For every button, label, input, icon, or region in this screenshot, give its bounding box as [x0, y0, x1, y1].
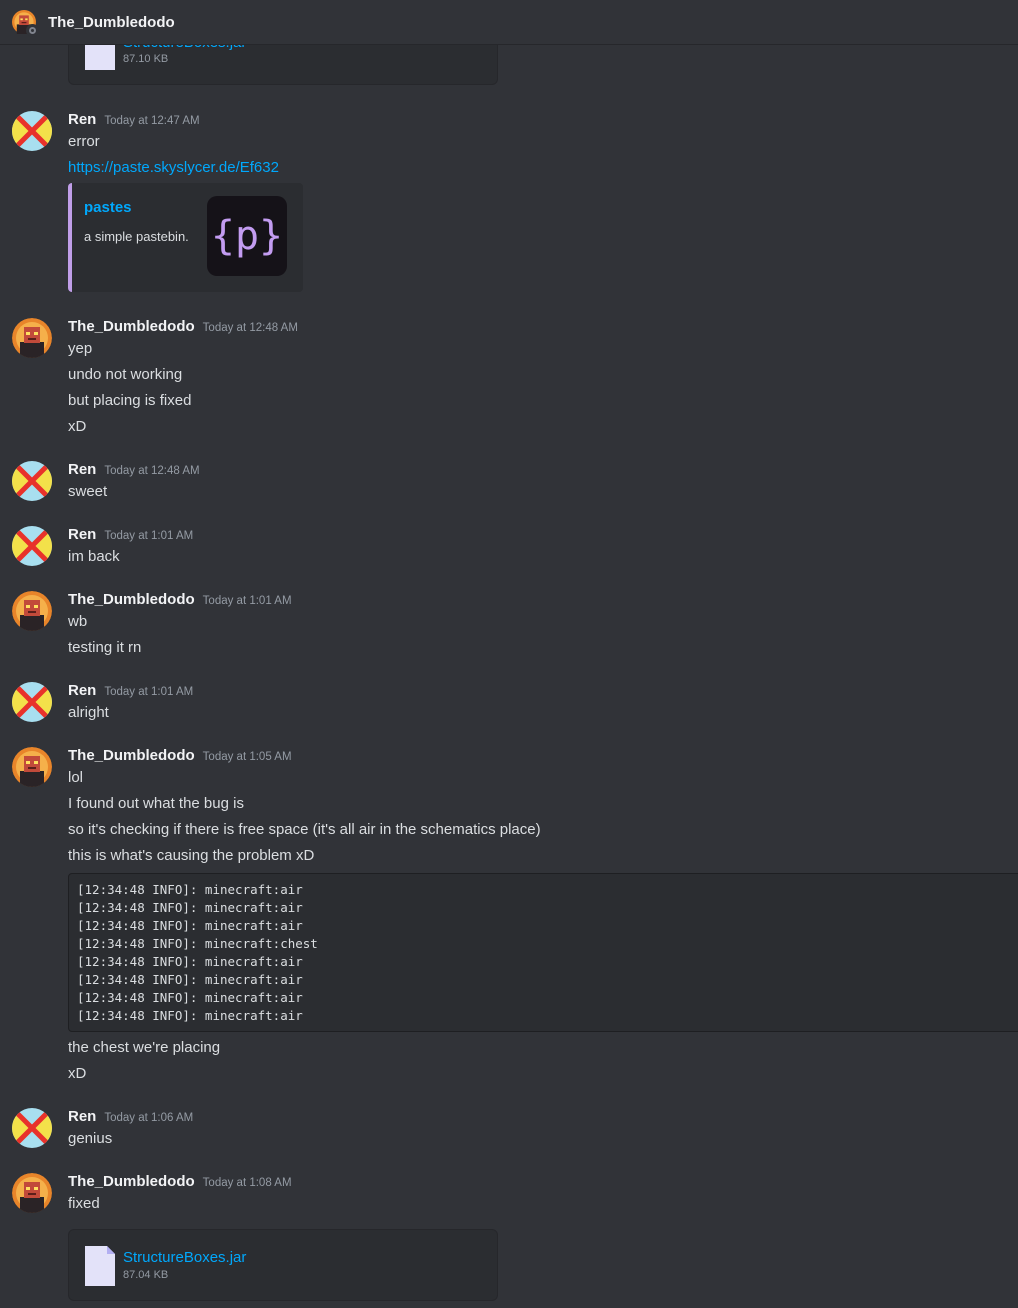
avatar[interactable]	[12, 318, 52, 358]
avatar[interactable]	[12, 591, 52, 631]
avatar[interactable]	[12, 747, 52, 787]
message-header: Ren Today at 1:06 AM	[68, 1108, 193, 1125]
username[interactable]: The_Dumbledodo	[68, 1173, 195, 1190]
message-text: testing it rn	[68, 639, 142, 656]
message-text: undo not working	[68, 366, 183, 383]
embed-thumbnail[interactable]: {p}	[207, 196, 287, 276]
ren-avatar-icon	[12, 526, 52, 566]
code-line: [12:34:48 INFO]: minecraft:air	[77, 990, 303, 1005]
avatar[interactable]	[12, 1108, 52, 1148]
avatar[interactable]	[12, 1173, 52, 1213]
timestamp: Today at 12:47 AM	[104, 115, 200, 127]
code-line: [12:34:48 INFO]: minecraft:air	[77, 1008, 303, 1023]
avatar[interactable]	[12, 682, 52, 722]
message-header: The_Dumbledodo Today at 1:08 AM	[68, 1173, 292, 1190]
file-size: 87.10 KB	[123, 53, 169, 65]
ren-avatar-icon	[12, 1108, 52, 1148]
message-text: error	[68, 133, 100, 150]
message-text: im back	[68, 548, 120, 565]
timestamp: Today at 1:06 AM	[104, 1112, 194, 1124]
message-text: wb	[68, 613, 88, 630]
code-line: [12:34:48 INFO]: minecraft:air	[77, 918, 303, 933]
username[interactable]: Ren	[68, 461, 96, 478]
timestamp: Today at 1:05 AM	[202, 751, 292, 763]
embed-title[interactable]: pastes	[84, 199, 132, 216]
username[interactable]: The_Dumbledodo	[68, 591, 195, 608]
message-text: xD	[68, 418, 87, 435]
message-header: The_Dumbledodo Today at 12:48 AM	[68, 318, 298, 335]
code-block[interactable]: [12:34:48 INFO]: minecraft:air [12:34:48…	[68, 873, 1018, 1032]
message-header: The_Dumbledodo Today at 1:01 AM	[68, 591, 292, 608]
file-name-link[interactable]: StructureBoxes.jar	[123, 1249, 246, 1266]
ren-avatar-icon	[12, 111, 52, 151]
file-icon	[85, 1246, 115, 1286]
username[interactable]: The_Dumbledodo	[68, 318, 195, 335]
code-line: [12:34:48 INFO]: minecraft:air	[77, 972, 303, 987]
message-link[interactable]: https://paste.skyslycer.de/Ef632	[68, 159, 279, 176]
message-text: sweet	[68, 483, 108, 500]
timestamp: Today at 12:48 AM	[104, 465, 200, 477]
ren-avatar-icon	[12, 682, 52, 722]
embed-description: a simple pastebin.	[84, 229, 189, 244]
message-header: Ren Today at 1:01 AM	[68, 682, 193, 699]
timestamp: Today at 1:01 AM	[104, 530, 194, 542]
message-header: The_Dumbledodo Today at 1:05 AM	[68, 747, 292, 764]
message-header: Ren Today at 1:01 AM	[68, 526, 193, 543]
ren-avatar-icon	[12, 461, 52, 501]
message-text: lol	[68, 769, 84, 786]
username[interactable]: Ren	[68, 682, 96, 699]
link-embed: pastes a simple pastebin. {p}	[68, 183, 303, 292]
message-header: Ren Today at 12:48 AM	[68, 461, 200, 478]
message-text: yep	[68, 340, 93, 357]
file-attachment[interactable]: StructureBoxes.jar 87.04 KB	[68, 1229, 498, 1301]
timestamp: Today at 1:08 AM	[202, 1177, 292, 1189]
username[interactable]: Ren	[68, 111, 96, 128]
username[interactable]: Ren	[68, 1108, 96, 1125]
dodo-avatar-icon	[12, 1173, 52, 1213]
username[interactable]: Ren	[68, 526, 96, 543]
dodo-avatar-icon	[12, 747, 52, 787]
header-avatar[interactable]	[12, 10, 39, 37]
message-header: Ren Today at 12:47 AM	[68, 111, 200, 128]
offline-status-icon	[26, 24, 39, 37]
message-text: the chest we're placing	[68, 1039, 221, 1056]
avatar[interactable]	[12, 461, 52, 501]
file-size: 87.04 KB	[123, 1269, 169, 1281]
timestamp: Today at 1:01 AM	[104, 686, 194, 698]
message-text: but placing is fixed	[68, 392, 192, 409]
message-text: this is what's causing the problem xD	[68, 847, 315, 864]
message-text: I found out what the bug is	[68, 795, 244, 812]
dodo-avatar-icon	[12, 318, 52, 358]
channel-header: The_Dumbledodo	[0, 0, 1018, 45]
message-text: xD	[68, 1065, 87, 1082]
code-line: [12:34:48 INFO]: minecraft:air	[77, 882, 303, 897]
code-line: [12:34:48 INFO]: minecraft:air	[77, 954, 303, 969]
code-line: [12:34:48 INFO]: minecraft:chest	[77, 936, 318, 951]
message-text: fixed	[68, 1195, 100, 1212]
header-title: The_Dumbledodo	[48, 13, 175, 31]
message-text: genius	[68, 1130, 113, 1147]
dodo-avatar-icon	[12, 591, 52, 631]
avatar[interactable]	[12, 111, 52, 151]
timestamp: Today at 12:48 AM	[202, 322, 298, 334]
timestamp: Today at 1:01 AM	[202, 595, 292, 607]
avatar[interactable]	[12, 526, 52, 566]
message-text: alright	[68, 704, 109, 721]
message-text: so it's checking if there is free space …	[68, 821, 541, 838]
username[interactable]: The_Dumbledodo	[68, 747, 195, 764]
code-line: [12:34:48 INFO]: minecraft:air	[77, 900, 303, 915]
